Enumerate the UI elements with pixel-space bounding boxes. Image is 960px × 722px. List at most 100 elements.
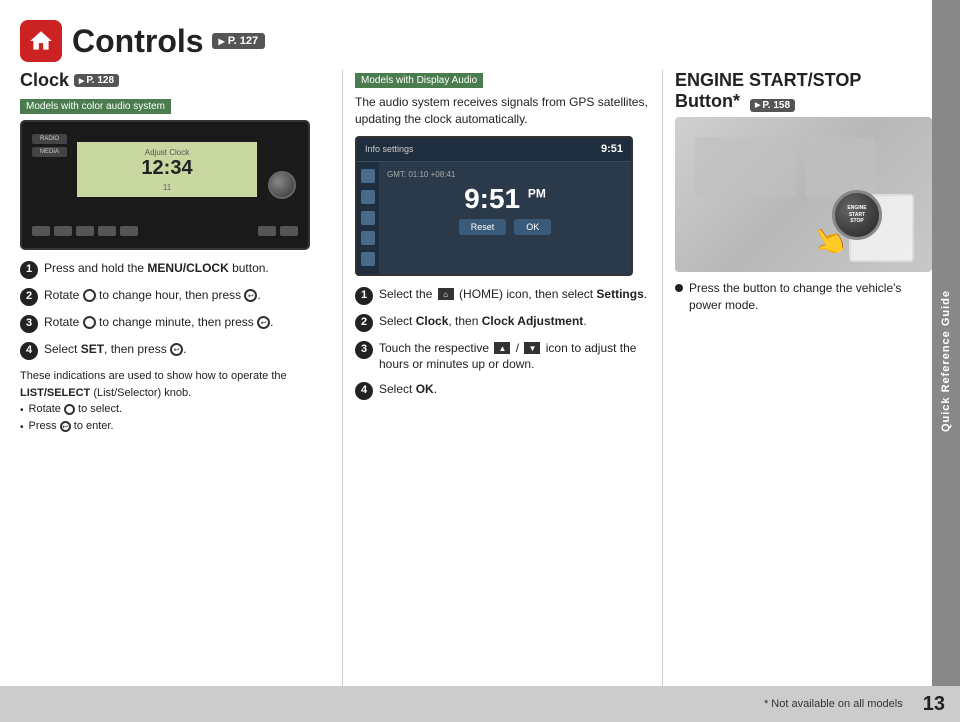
home-svg (28, 28, 54, 54)
engine-image: ENGINESTARTSTOP 👆 (675, 117, 932, 272)
da-step-1: 1 Select the ⌂ (HOME) icon, then select … (355, 286, 650, 305)
bottom-bar: * Not available on all models 13 (0, 686, 960, 722)
radio-bottom-left (32, 226, 138, 236)
radio-knob (268, 171, 296, 199)
engine-bullet-dot (675, 284, 683, 292)
step-3: 3 Rotate to change minute, then press ↩. (20, 314, 330, 333)
engine-title: ENGINE START/STOP (675, 70, 861, 90)
screen-header: Info settings 9:51 (357, 138, 631, 162)
radio-left-buttons: RADIO MEDIA (32, 134, 67, 157)
da-step-3-num: 3 (355, 341, 373, 359)
da-step-4-num: 4 (355, 382, 373, 400)
da-step-3-text: Touch the respective ▲ / ▼ icon to adjus… (379, 340, 650, 374)
step-2-num: 2 (20, 288, 38, 306)
da-step-4-text: Select OK. (379, 381, 437, 398)
step-2: 2 Rotate to change hour, then press ↩. (20, 287, 330, 306)
footer-note: * Not available on all models (764, 698, 903, 710)
home-icon (20, 20, 62, 62)
home-inline-icon: ⌂ (438, 288, 454, 300)
screen-inner: Info settings 9:51 (357, 138, 631, 274)
col-right: ENGINE START/STOP Button* P. 158 ENGINES… (675, 70, 932, 707)
radio-image: RADIO MEDIA Adjust Clock 12:34 11 (20, 120, 310, 250)
step-2-text: Rotate to change hour, then press ↩. (44, 287, 261, 304)
step-3-text: Rotate to change minute, then press ↩. (44, 314, 273, 331)
dash-panel-1 (695, 137, 795, 197)
radio-btn-2 (54, 226, 72, 236)
col-left: Clock P. 128 Models with color audio sys… (20, 70, 330, 707)
step-4: 4 Select SET, then press ↩. (20, 341, 330, 360)
da-step-2: 2 Select Clock, then Clock Adjustment. (355, 313, 650, 332)
engine-btn-label: ENGINESTARTSTOP (847, 205, 866, 225)
col-middle: Models with Display Audio The audio syst… (355, 70, 650, 707)
notes-bullet-1: • Rotate to select. (20, 401, 330, 418)
radio-btn-7 (280, 226, 298, 236)
display-audio-steps: 1 Select the ⌂ (HOME) icon, then select … (355, 286, 650, 401)
color-audio-label: Models with color audio system (20, 99, 171, 114)
engine-subtitle: Button* (675, 91, 740, 111)
screen-btn-reset[interactable]: Reset (459, 219, 507, 235)
sidebar-label: Quick Reference Guide (940, 290, 952, 432)
screen-left-icons (357, 162, 379, 274)
screen-icon-1 (361, 169, 375, 183)
notes-press: Press ↩ to enter. (29, 418, 114, 435)
screen-icon-2 (361, 190, 375, 204)
engine-ref: P. 158 (750, 99, 795, 112)
da-step-3: 3 Touch the respective ▲ / ▼ icon to adj… (355, 340, 650, 374)
notes-section: These indications are used to show how t… (20, 368, 330, 435)
divider-2 (662, 70, 663, 707)
dash-panel-2 (805, 137, 875, 197)
bullet-dot-2: • (20, 420, 24, 435)
engine-bullet: Press the button to change the vehicle's… (675, 280, 932, 314)
screen-icon-5 (361, 252, 375, 266)
screen-btn-ok[interactable]: OK (514, 219, 551, 235)
screen-icon-4 (361, 231, 375, 245)
engine-title-wrap: ENGINE START/STOP Button* P. 158 (675, 70, 861, 112)
screen-header-time: 9:51 (601, 143, 623, 155)
display-audio-intro: The audio system receives signals from G… (355, 94, 650, 128)
da-step-1-num: 1 (355, 287, 373, 305)
columns-layout: Clock P. 128 Models with color audio sys… (20, 70, 932, 707)
radio-btn-6 (258, 226, 276, 236)
engine-btn-box: ENGINESTARTSTOP (849, 194, 914, 262)
screen-gmt: GMT: 01:10 +08:41 (387, 170, 623, 179)
page-number: 13 (923, 693, 945, 716)
radio-display: Adjust Clock 12:34 11 (77, 142, 257, 197)
sidebar-tab: Quick Reference Guide (932, 0, 960, 722)
radio-btn-media: MEDIA (32, 147, 67, 157)
screen-content-area: GMT: 01:10 +08:41 9:51 PM Reset OK (379, 162, 631, 274)
notes-rotate: Rotate to select. (29, 401, 123, 418)
radio-btn-row (32, 226, 298, 236)
page-title: Controls (72, 23, 204, 60)
down-icon: ▼ (524, 342, 540, 354)
da-step-2-text: Select Clock, then Clock Adjustment. (379, 313, 587, 330)
clock-ref: P. 128 (74, 74, 119, 87)
radio-btn-1 (32, 226, 50, 236)
main-content: Controls P. 127 Clock P. 128 Models with… (0, 0, 932, 722)
radio-btn-4 (98, 226, 116, 236)
page-header: Controls P. 127 (20, 20, 932, 62)
display-audio-screen: Info settings 9:51 (355, 136, 633, 276)
page-ref: P. 127 (212, 33, 266, 49)
bullet-dot-1: • (20, 403, 24, 418)
screen-icon-3 (361, 211, 375, 225)
da-step-1-text: Select the ⌂ (HOME) icon, then select Se… (379, 286, 647, 303)
step-1: 1 Press and hold the MENU/CLOCK button. (20, 260, 330, 279)
radio-bottom-right (258, 226, 298, 236)
step-1-text: Press and hold the MENU/CLOCK button. (44, 260, 269, 277)
step-4-num: 4 (20, 342, 38, 360)
notes-bullet-2: • Press ↩ to enter. (20, 418, 330, 435)
step-3-num: 3 (20, 315, 38, 333)
divider-1 (342, 70, 343, 707)
radio-btn-radio: RADIO (32, 134, 67, 144)
da-step-4: 4 Select OK. (355, 381, 650, 400)
engine-bullet-text: Press the button to change the vehicle's… (689, 280, 932, 314)
screen-buttons: Reset OK (387, 219, 623, 235)
step-1-num: 1 (20, 261, 38, 279)
screen-big-time: 9:51 PM (387, 183, 623, 215)
radio-sub: 11 (163, 183, 171, 192)
clock-section-title: Clock P. 128 (20, 70, 330, 91)
clock-steps: 1 Press and hold the MENU/CLOCK button. … (20, 260, 330, 360)
da-step-2-num: 2 (355, 314, 373, 332)
radio-time: 12:34 (141, 157, 192, 180)
radio-adjust-label: Adjust Clock (145, 148, 189, 157)
